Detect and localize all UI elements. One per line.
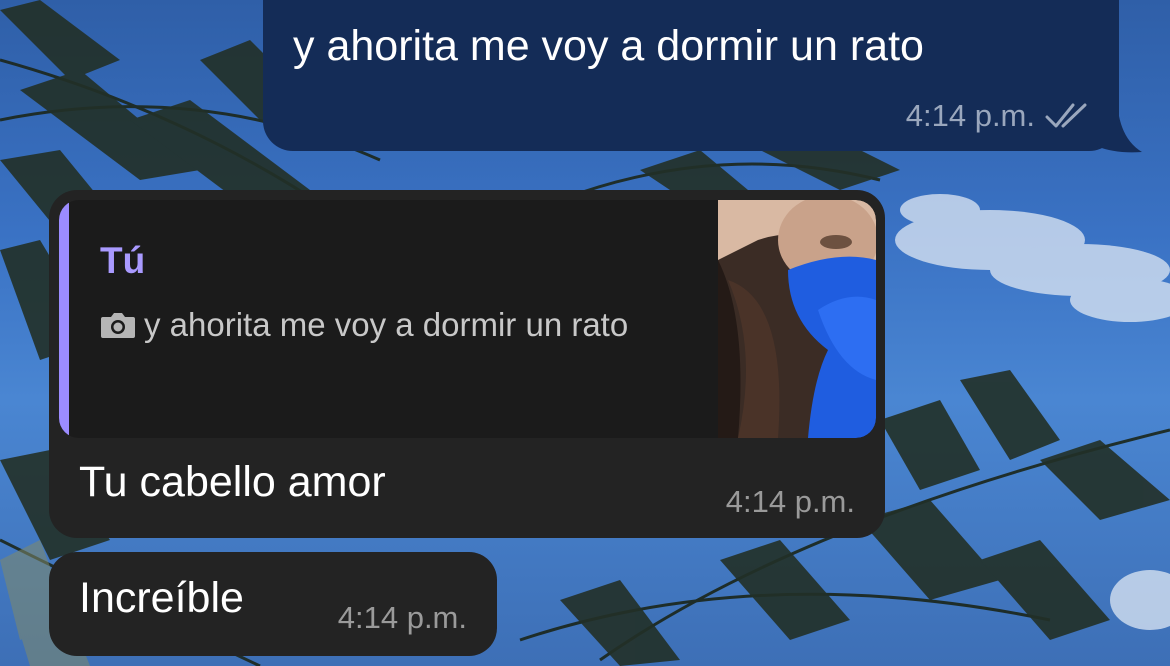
message-text: Increíble	[79, 574, 244, 622]
quote-text-row: y ahorita me voy a dormir un rato	[100, 298, 690, 352]
reply-quote[interactable]: Tú y ahorita me voy a dormir un rato	[59, 200, 876, 438]
quote-accent-bar	[59, 200, 69, 438]
photo-thumbnail	[718, 200, 876, 438]
quote-author: Tú	[100, 240, 146, 281]
bubble-tail	[1096, 110, 1142, 153]
double-check-icon	[1045, 103, 1087, 128]
message-time: 4:14 p.m.	[905, 98, 1035, 133]
camera-icon	[101, 313, 135, 338]
message-meta: 4:14 p.m.	[906, 98, 1091, 134]
message-text: Tu cabello amor	[79, 458, 386, 506]
incoming-message-bubble[interactable]: Tú y ahorita me voy a dormir un rato Tu …	[49, 190, 885, 538]
message-text: y ahorita me voy a dormir un rato	[293, 22, 924, 70]
incoming-message-bubble[interactable]: Increíble 4:14 p.m.	[49, 552, 497, 656]
outgoing-message-bubble[interactable]: y ahorita me voy a dormir un rato 4:14 p…	[263, 0, 1119, 151]
message-time: 4:14 p.m.	[725, 484, 855, 519]
message-time: 4:14 p.m.	[337, 600, 467, 635]
quote-text: y ahorita me voy a dormir un rato	[144, 306, 629, 343]
